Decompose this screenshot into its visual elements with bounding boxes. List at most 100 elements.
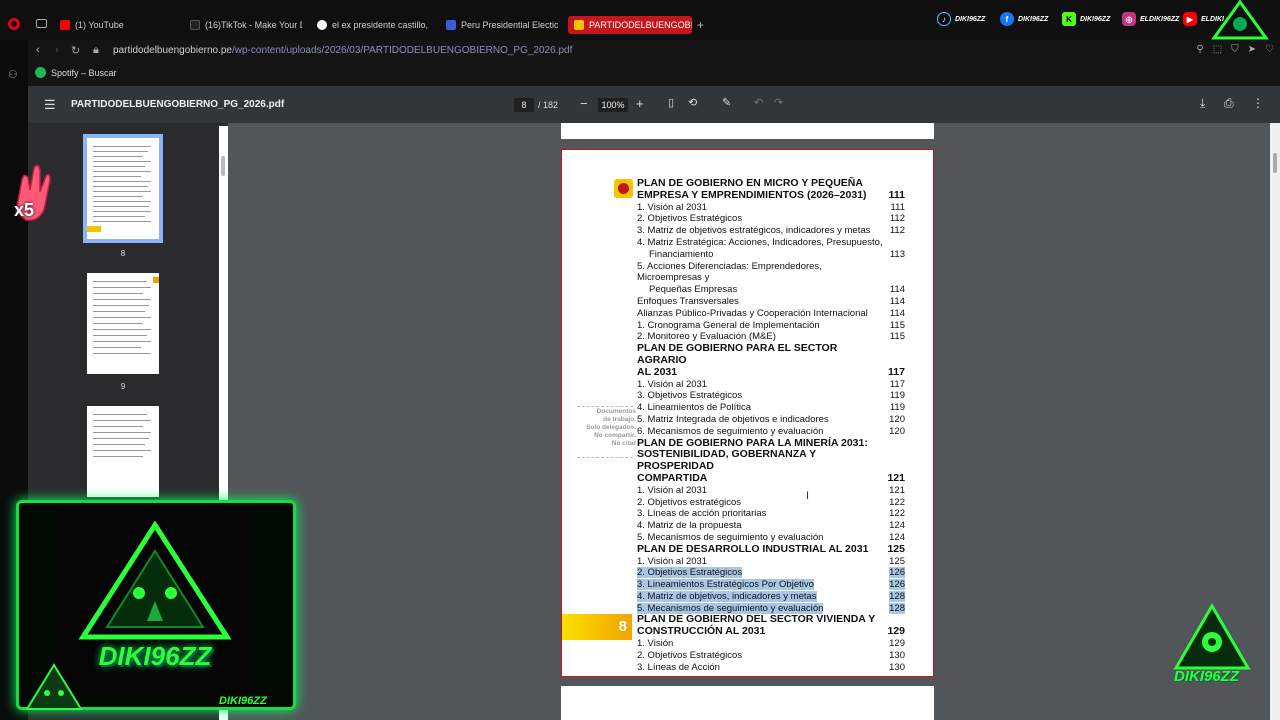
shield-icon[interactable]: ⛉	[1231, 44, 1239, 55]
tab-tiktok[interactable]: (16)TikTok - Make Your Da	[190, 16, 302, 34]
toc-text: 1. Visión al 2031	[637, 201, 708, 213]
toc-text: PLAN DE GOBIERNO EN MICRO Y PEQUEÑA	[637, 177, 863, 189]
streamer-tag: DIKI96ZZ	[219, 695, 267, 707]
toc-page: 119	[889, 390, 905, 402]
toc-text: 5. Matriz Integrada de objetivos e indic…	[637, 413, 829, 425]
toc-page-number: 114	[887, 308, 905, 320]
tab-pdf-active[interactable]: PARTIDODELBUENGOBIERI	[568, 16, 692, 34]
toc-page: 128	[889, 602, 905, 614]
zoom-out-icon[interactable]: −	[580, 96, 588, 111]
scrollbar-thumb[interactable]	[221, 156, 225, 176]
undo-icon[interactable]: ↶	[754, 96, 763, 109]
thumbnail-page-9[interactable]	[87, 273, 159, 374]
toc-entry: 4. Matriz de la propuesta 124	[637, 520, 905, 532]
toc-text: 6. Mecanismos de seguimiento y evaluació…	[637, 425, 824, 437]
toc-entry-title: Financiamiento	[637, 249, 887, 261]
toc-entry: 2. Objetivos Estratégicos 112	[637, 213, 905, 225]
toc-entry: 3. Lineamientos Estratégicos Por Objetiv…	[637, 579, 905, 591]
page-number: 8	[618, 618, 627, 635]
watermark-line: No compartir.	[594, 432, 636, 439]
toc-page-number: 111	[887, 189, 905, 202]
toc-entry-title: PLAN DE DESARROLLO INDUSTRIAL AL 2031	[637, 543, 887, 556]
snapshot-icon[interactable]: ⬚	[1213, 44, 1222, 55]
thumbnail-page-8[interactable]	[83, 134, 163, 243]
annotate-icon[interactable]: ✎	[722, 96, 731, 109]
toc-heading: AL 2031 117	[637, 366, 905, 379]
send-icon[interactable]: ➤	[1248, 44, 1256, 55]
tab-google-search[interactable]: el ex presidente castillo, d	[317, 16, 429, 34]
zoom-input[interactable]: 100%	[598, 98, 628, 112]
youtube-icon: ▶	[1183, 12, 1197, 26]
forward-icon[interactable]: ›	[55, 44, 59, 56]
toc-page-number: 114	[887, 296, 905, 308]
google-icon	[317, 20, 327, 30]
tab-label: Peru Presidential Election	[461, 20, 558, 30]
toc-text: 3. Matriz de objetivos estratégicos, ind…	[637, 225, 871, 237]
toc-text: SOSTENIBILIDAD, GOBERNANZA Y PROSPERIDAD	[637, 448, 816, 473]
new-tab-button[interactable]: +	[697, 18, 704, 32]
print-icon[interactable]: ⎙	[1224, 96, 1234, 111]
toc-page-number: 112	[887, 225, 905, 237]
toc-page-number: 115	[887, 331, 905, 343]
toc-entry-title: SOSTENIBILIDAD, GOBERNANZA Y PROSPERIDAD	[637, 448, 887, 473]
toc-entry: 2. Objetivos Estratégicos 126	[637, 567, 905, 579]
back-icon[interactable]: ‹	[36, 44, 40, 56]
url-field[interactable]: partidodelbuengobierno.pe/wp-content/upl…	[113, 45, 572, 56]
social-handle: ELDIKI96ZZ	[1140, 15, 1180, 23]
toc-page: 126	[889, 579, 905, 591]
toc-text: 5. Acciones Diferenciadas: Emprendedores…	[637, 260, 822, 284]
zoom-in-icon[interactable]: +	[636, 96, 644, 111]
address-actions: ⚲ ⬚ ⛉ ➤ ♡	[1196, 44, 1274, 55]
scrollbar-thumb[interactable]	[1273, 153, 1277, 173]
toc-entry: Financiamiento 113	[637, 249, 905, 261]
toc-page-number: 121	[887, 485, 905, 497]
redo-icon[interactable]: ↷	[774, 96, 783, 109]
download-icon[interactable]: ⤓	[1200, 96, 1205, 111]
opera-logo-icon[interactable]	[8, 18, 20, 30]
toc-page-number: 117	[887, 366, 905, 379]
pdf-scrollbar[interactable]	[1270, 123, 1280, 720]
toc-page: 114	[889, 295, 905, 307]
more-options-icon[interactable]: ⋮	[1252, 96, 1264, 110]
toc-entry-title: 2. Objetivos estratégicos	[637, 497, 887, 509]
toc-text: 5. Mecanismos de seguimiento y evaluació…	[637, 531, 824, 543]
toc-entry-title: 1. Visión al 2031	[637, 485, 887, 497]
menu-icon[interactable]: ☰	[44, 97, 56, 113]
toc-text: 4. Matriz Estratégica: Acciones, Indicad…	[637, 236, 883, 248]
toc-page: 113	[889, 248, 905, 260]
toc-entry: 3. Matriz de objetivos estratégicos, ind…	[637, 225, 905, 237]
heart-icon[interactable]: ♡	[1265, 44, 1274, 55]
rotate-icon[interactable]: ⟲	[688, 96, 697, 109]
lock-icon[interactable]: 🔒︎	[93, 44, 99, 57]
bookmark-spotify[interactable]: Spotify – Buscar	[35, 67, 117, 78]
toc-entry: 1. Visión al 2031 111	[637, 202, 905, 214]
fit-page-icon[interactable]: ▯	[668, 96, 674, 109]
tab-youtube[interactable]: (1) YouTube	[60, 16, 180, 34]
page-number-input[interactable]: 8	[514, 98, 534, 112]
toc-page: 125	[887, 542, 905, 555]
toc-entry-title: COMPARTIDA	[637, 472, 887, 485]
reload-icon[interactable]: ↻	[71, 44, 80, 57]
toc-page: 115	[889, 319, 905, 331]
toc-entry-title: 2. Objetivos Estratégicos	[637, 650, 887, 662]
toc-entry-title: 1. Visión	[637, 638, 887, 650]
toc-text: EMPRESA Y EMPRENDIMIENTOS (2026–2031)	[637, 188, 867, 201]
personalize-icon[interactable]: ⚇	[8, 68, 18, 81]
toc-page-number: 128	[887, 590, 905, 603]
tab-peru-election[interactable]: Peru Presidential Election	[446, 16, 558, 34]
toc-text: 3. Objetivos Estratégicos	[637, 390, 743, 402]
pdf-filename: PARTIDODELBUENGOBIERNO_PG_2026.pdf	[71, 99, 285, 110]
toc-text: 1. Visión al 2031	[637, 484, 708, 496]
toc-entry: Enfoques Transversales 114	[637, 296, 905, 308]
toc-entry-title: AL 2031	[637, 366, 887, 379]
watermark-line: Documentos	[596, 408, 636, 415]
toc-heading: COMPARTIDA 121	[637, 472, 905, 485]
tab-island-icon[interactable]	[36, 19, 47, 28]
thumbnail-page-10[interactable]	[87, 406, 159, 497]
toc-text: 3. Líneas de Acción	[637, 661, 720, 673]
watermark-rule	[577, 406, 633, 407]
toc-entry-title: 3. Matriz de objetivos estratégicos, ind…	[637, 225, 887, 237]
toc-text: Alianzas Público-Privadas y Cooperación …	[637, 307, 868, 319]
pin-icon[interactable]: ⚲	[1196, 44, 1203, 55]
toc-entry-title: 2. Objetivos Estratégicos	[637, 567, 887, 579]
